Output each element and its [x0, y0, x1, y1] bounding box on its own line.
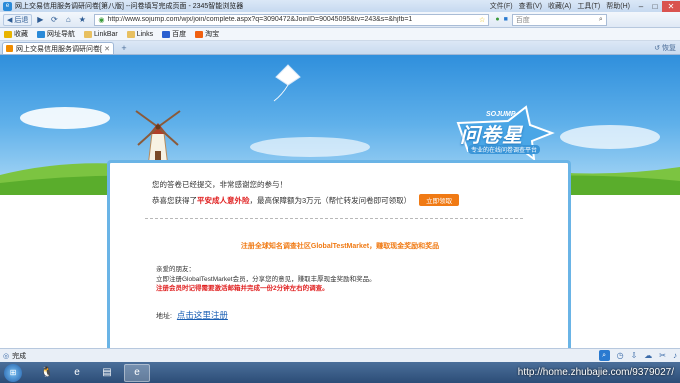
- favorites-item[interactable]: 百度: [162, 29, 186, 39]
- toolbar-icons: ● ■ 百度 ⌕: [495, 13, 607, 26]
- bookmark-star-icon[interactable]: ☆: [479, 16, 485, 24]
- status-bar: ◎ 完成 ⌕ ◷ ⇩ ☁ ✂ ♪: [0, 348, 680, 362]
- zoom-icon[interactable]: ⌕: [598, 350, 610, 361]
- gift-suffix: ，最高保障额为3万元（帮忙转发问卷即可领取）: [249, 195, 412, 205]
- navigation-bar: ◀ 后退 ▶ ⟳ ⌂ ★ ◉ http://www.sojump.com/wjx…: [0, 12, 680, 28]
- logo-small-text: SOJUMP: [486, 111, 516, 118]
- menu-file[interactable]: 文件(F): [490, 1, 513, 11]
- tab-survey[interactable]: 网上交易信用服务调研问卷[第八... ✕: [2, 42, 114, 54]
- favorites-bar: 收藏 网址导航 LinkBar Links 百度 淘宝: [0, 28, 680, 41]
- forward-button[interactable]: ▶: [34, 14, 46, 26]
- refresh-button[interactable]: ⟳: [48, 14, 60, 26]
- favorites-label: Links: [136, 30, 154, 38]
- tab-label: 网上交易信用服务调研问卷[第八...: [16, 45, 102, 53]
- favorites-item[interactable]: 淘宝: [195, 29, 219, 39]
- menu-favorites[interactable]: 收藏(A): [548, 1, 571, 11]
- register-link[interactable]: 点击这里注册: [177, 310, 228, 320]
- cloud: [250, 137, 370, 157]
- status-text: 完成: [12, 352, 27, 360]
- menu-bar: 文件(F) 查看(V) 收藏(A) 工具(T) 帮助(H): [490, 1, 630, 11]
- gift-prefix: 恭喜您获得了: [152, 195, 197, 205]
- back-button[interactable]: ◀ 后退: [3, 13, 33, 26]
- greeting: 亲爱的朋友：: [156, 266, 195, 273]
- gift-message: 恭喜您获得了 平安成人意外险 ，最高保障额为3万元（帮忙转发问卷即可领取） 立即…: [152, 194, 460, 206]
- folder-icon: [84, 30, 92, 38]
- taskbar-qq-icon[interactable]: 🐧: [34, 364, 60, 382]
- favorites-label: 淘宝: [205, 31, 220, 38]
- page-icon: ◉: [98, 16, 105, 24]
- window-controls: – □ ✕: [634, 0, 680, 12]
- favorite-star-button[interactable]: ★: [76, 14, 88, 26]
- cloud-icon[interactable]: ☁: [644, 351, 652, 360]
- gift-name: 平安成人意外险: [197, 195, 250, 205]
- search-box[interactable]: 百度 ⌕: [511, 13, 607, 26]
- home-button[interactable]: ⌂: [62, 14, 74, 26]
- tab-favicon: [6, 45, 13, 52]
- maximize-button[interactable]: □: [648, 1, 662, 12]
- promo-note: 注册会员时记得需要激活邮箱并完成一份2分钟左右的调查。: [156, 285, 329, 292]
- favorites-item[interactable]: 收藏: [4, 29, 28, 39]
- security-icon[interactable]: ●: [495, 16, 499, 23]
- register-address: 地址: 点击这里注册: [156, 309, 228, 321]
- favorites-item[interactable]: 网址导航: [37, 29, 75, 39]
- status-icons: ⌕ ◷ ⇩ ☁ ✂ ♪: [598, 350, 677, 361]
- star-icon: [4, 30, 12, 38]
- restore-label: 恢复: [662, 45, 676, 52]
- address-label: 地址:: [156, 313, 172, 320]
- kite-illustration: [273, 64, 301, 102]
- tab-bar: 网上交易信用服务调研问卷[第八... ✕ + ↺恢复: [0, 41, 680, 55]
- logo-tagline: 专业的在线问卷调查平台: [468, 145, 541, 154]
- navigation-icon: [37, 30, 45, 38]
- favorites-label: 百度: [172, 31, 187, 38]
- taskbar-folder-icon[interactable]: ▤: [94, 364, 120, 382]
- menu-view[interactable]: 查看(V): [519, 1, 542, 11]
- thanks-message: 您的答卷已经提交，非常感谢您的参与！: [152, 180, 287, 189]
- watermark-url: http://home.zhubajie.com/9379027/: [517, 367, 674, 378]
- close-window-button[interactable]: ✕: [662, 0, 680, 12]
- browser-app-icon: e: [3, 1, 12, 11]
- taobao-icon: [195, 30, 204, 38]
- address-bar[interactable]: ◉ http://www.sojump.com/wjx/join/complet…: [94, 13, 490, 26]
- title-bar: e 网上交易信用服务调研问卷[第八版] --问卷填写完成页面 - 2345智能浏…: [0, 0, 680, 12]
- windows-taskbar: ⊞ 🐧 e ▤ e http://home.zhubajie.com/93790…: [0, 362, 680, 383]
- sojump-logo: SOJUMP 问卷星 专业的在线问卷调查平台: [448, 103, 558, 163]
- minimize-button[interactable]: –: [634, 1, 648, 12]
- favorites-item[interactable]: Links: [126, 30, 154, 38]
- speed-icon[interactable]: ◷: [617, 351, 624, 360]
- download-icon[interactable]: ⇩: [631, 351, 638, 360]
- favorites-label: 收藏: [14, 31, 28, 38]
- dashed-divider: [145, 218, 523, 219]
- favorites-label: LinkBar: [94, 30, 118, 38]
- tab-close-icon[interactable]: ✕: [104, 45, 110, 53]
- menu-tools[interactable]: 工具(T): [577, 1, 600, 11]
- taskbar-active-browser-icon[interactable]: e: [124, 363, 150, 382]
- favorites-label: 网址导航: [47, 31, 75, 38]
- favorites-item[interactable]: LinkBar: [84, 30, 118, 38]
- menu-help[interactable]: 帮助(H): [606, 1, 630, 11]
- screenshot-icon[interactable]: ✂: [659, 351, 666, 360]
- back-label: 后退: [14, 16, 29, 24]
- cloud: [560, 125, 660, 149]
- status-page-icon: ◎: [3, 352, 10, 360]
- logo-brand-text: 问卷星: [460, 125, 523, 147]
- volume-icon[interactable]: ♪: [673, 351, 677, 360]
- search-engine-label: 百度: [515, 16, 530, 24]
- window-title: 网上交易信用服务调研问卷[第八版] --问卷填写完成页面 - 2345智能浏览器: [15, 3, 244, 10]
- cloud: [20, 107, 110, 129]
- page-content: SOJUMP 问卷星 专业的在线问卷调查平台 您的答卷已经提交，非常感谢您的参与…: [0, 55, 680, 348]
- new-tab-button[interactable]: +: [117, 43, 131, 54]
- folder-icon: [126, 30, 135, 38]
- address-url[interactable]: http://www.sojump.com/wjx/join/complete.…: [107, 16, 476, 23]
- start-button[interactable]: ⊞: [4, 363, 22, 382]
- restore-tab-button[interactable]: ↺ 恢复: [654, 42, 676, 54]
- search-icon[interactable]: ⌕: [599, 16, 603, 24]
- taskbar-browser-icon[interactable]: e: [64, 364, 90, 382]
- baidu-icon: [162, 30, 171, 38]
- promo-headline: 注册全球知名调查社区GlobalTestMarket，赚取现金奖励和奖品: [240, 243, 440, 250]
- apps-icon[interactable]: ■: [504, 16, 508, 23]
- claim-now-button[interactable]: 立即领取: [419, 194, 460, 206]
